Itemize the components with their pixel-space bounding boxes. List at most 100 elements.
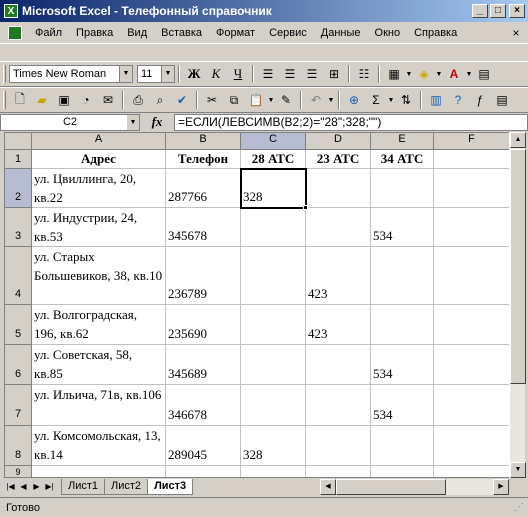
cell-c8[interactable]: 328 (241, 426, 306, 466)
cell-d6[interactable] (306, 345, 371, 385)
next-sheet-icon[interactable]: ▶ (30, 480, 43, 494)
cell-c6[interactable] (241, 345, 306, 385)
cell-d5[interactable]: 423 (306, 305, 371, 345)
font-name-combo[interactable]: Times New Roman ▼ (9, 65, 133, 83)
cell-a6[interactable]: ул. Советская, 58, кв.85 (32, 345, 166, 385)
minimize-button[interactable]: _ (472, 4, 488, 18)
chevron-down-icon[interactable]: ▼ (267, 97, 275, 104)
cell-d3[interactable] (306, 208, 371, 247)
menu-help[interactable]: Справка (407, 27, 464, 39)
cell-f2[interactable] (434, 169, 510, 208)
spelling-icon[interactable]: ✔ (171, 90, 193, 110)
cell-e4[interactable] (371, 247, 434, 305)
fill-handle[interactable] (303, 205, 308, 210)
cell-d8[interactable] (306, 426, 371, 466)
bold-button[interactable]: Ж (183, 64, 205, 84)
row-header-9[interactable]: 9 (5, 466, 32, 477)
paste-icon[interactable]: 📋 (245, 90, 267, 110)
cell-f7[interactable] (434, 385, 510, 426)
cell-c1[interactable]: 28 АТС (241, 150, 306, 169)
row-header-6[interactable]: 6 (5, 345, 32, 385)
menu-insert[interactable]: Вставка (154, 27, 209, 39)
prev-sheet-icon[interactable]: ◀ (17, 480, 30, 494)
autosum-icon[interactable]: Σ (365, 90, 387, 110)
email-icon[interactable]: ✉ (97, 90, 119, 110)
resize-grip-icon[interactable]: ⋰ (514, 502, 526, 514)
menu-format[interactable]: Формат (209, 27, 262, 39)
cell-a3[interactable]: ул. Индустрии, 24, кв.53 (32, 208, 166, 247)
column-header-b[interactable]: B (166, 133, 241, 150)
cell-b2[interactable]: 287766 (166, 169, 241, 208)
column-header-f[interactable]: F (434, 133, 510, 150)
cell-e8[interactable] (371, 426, 434, 466)
merge-center-icon[interactable]: ⊞ (323, 64, 345, 84)
menu-edit[interactable]: Правка (69, 27, 120, 39)
row-header-2[interactable]: 2 (5, 169, 32, 208)
cell-b1[interactable]: Телефон (166, 150, 241, 169)
tab-sheet3[interactable]: Лист3 (147, 479, 194, 495)
print-icon[interactable]: ⎙ (127, 90, 149, 110)
cell-a8[interactable]: ул. Комсомольская, 13, кв.14 (32, 426, 166, 466)
menu-file[interactable]: Файл (28, 27, 69, 39)
cell-c4[interactable] (241, 247, 306, 305)
hscroll-thumb[interactable] (336, 479, 446, 495)
italic-button[interactable]: К (205, 64, 227, 84)
horizontal-scrollbar[interactable]: ◀ ▶ (320, 479, 509, 495)
last-sheet-icon[interactable]: ▶| (43, 480, 56, 494)
cell-b7[interactable]: 346678 (166, 385, 241, 426)
scroll-down-icon[interactable]: ▼ (510, 462, 526, 478)
cell-e7[interactable]: 534 (371, 385, 434, 426)
cell-a1[interactable]: Адрес (32, 150, 166, 169)
function-icon[interactable]: ƒ (469, 90, 491, 110)
row-header-1[interactable]: 1 (5, 150, 32, 169)
cell-f6[interactable] (434, 345, 510, 385)
toolbar-options-icon[interactable]: ▤ (473, 64, 495, 84)
cell-f8[interactable] (434, 426, 510, 466)
underline-button[interactable]: Ч (227, 64, 249, 84)
formula-input[interactable]: =ЕСЛИ(ЛЕВСИМВ(B2;2)="28";328;"") (174, 113, 528, 131)
menu-tools[interactable]: Сервис (262, 27, 314, 39)
menu-data[interactable]: Данные (314, 27, 368, 39)
cell-e1[interactable]: 34 АТС (371, 150, 434, 169)
undo-icon[interactable]: ↶ (305, 90, 327, 110)
menu-window[interactable]: Окно (368, 27, 408, 39)
cell-f4[interactable] (434, 247, 510, 305)
cell-b8[interactable]: 289045 (166, 426, 241, 466)
cell-c9[interactable] (241, 466, 306, 477)
row-header-8[interactable]: 8 (5, 426, 32, 466)
row-header-5[interactable]: 5 (5, 305, 32, 345)
cell-a7[interactable]: ул. Ильича, 71в, кв.106 (32, 385, 166, 426)
toolbar-grip[interactable] (3, 91, 6, 109)
worksheet-grid[interactable]: A B C D E F 1 2 3 4 5 6 7 8 9 Адрес Теле… (4, 132, 525, 478)
chevron-down-icon[interactable]: ▼ (405, 71, 413, 78)
chevron-down-icon[interactable]: ▼ (327, 97, 335, 104)
insert-function-icon[interactable]: fx (140, 114, 174, 130)
first-sheet-icon[interactable]: |◀ (4, 480, 17, 494)
sort-ascending-icon[interactable]: ⇅ (395, 90, 417, 110)
borders-icon[interactable]: ▦ (383, 64, 405, 84)
cell-e5[interactable] (371, 305, 434, 345)
cell-f3[interactable] (434, 208, 510, 247)
cell-d2[interactable] (306, 169, 371, 208)
cell-a9[interactable] (32, 466, 166, 477)
excel-app-icon[interactable]: X (4, 4, 18, 18)
help-icon[interactable]: ? (447, 90, 469, 110)
cell-b4[interactable]: 236789 (166, 247, 241, 305)
column-header-c[interactable]: C (241, 133, 306, 150)
chevron-down-icon[interactable]: ▼ (435, 71, 443, 78)
cell-d9[interactable] (306, 466, 371, 477)
fill-color-icon[interactable]: ◈ (413, 64, 435, 84)
cell-e6[interactable]: 534 (371, 345, 434, 385)
cell-c5[interactable] (241, 305, 306, 345)
scroll-left-icon[interactable]: ◀ (320, 479, 336, 495)
toolbar-grip[interactable] (3, 65, 6, 83)
cell-f9[interactable] (434, 466, 510, 477)
chart-wizard-icon[interactable]: ▥ (425, 90, 447, 110)
chevron-down-icon[interactable]: ▼ (119, 66, 132, 82)
save-icon[interactable]: ▣ (53, 90, 75, 110)
row-header-4[interactable]: 4 (5, 247, 32, 305)
select-all-corner[interactable] (5, 133, 32, 150)
format-painter-icon[interactable]: ✎ (275, 90, 297, 110)
align-right-icon[interactable]: ☰ (301, 64, 323, 84)
print-preview-icon[interactable]: ⌕ (149, 90, 171, 110)
